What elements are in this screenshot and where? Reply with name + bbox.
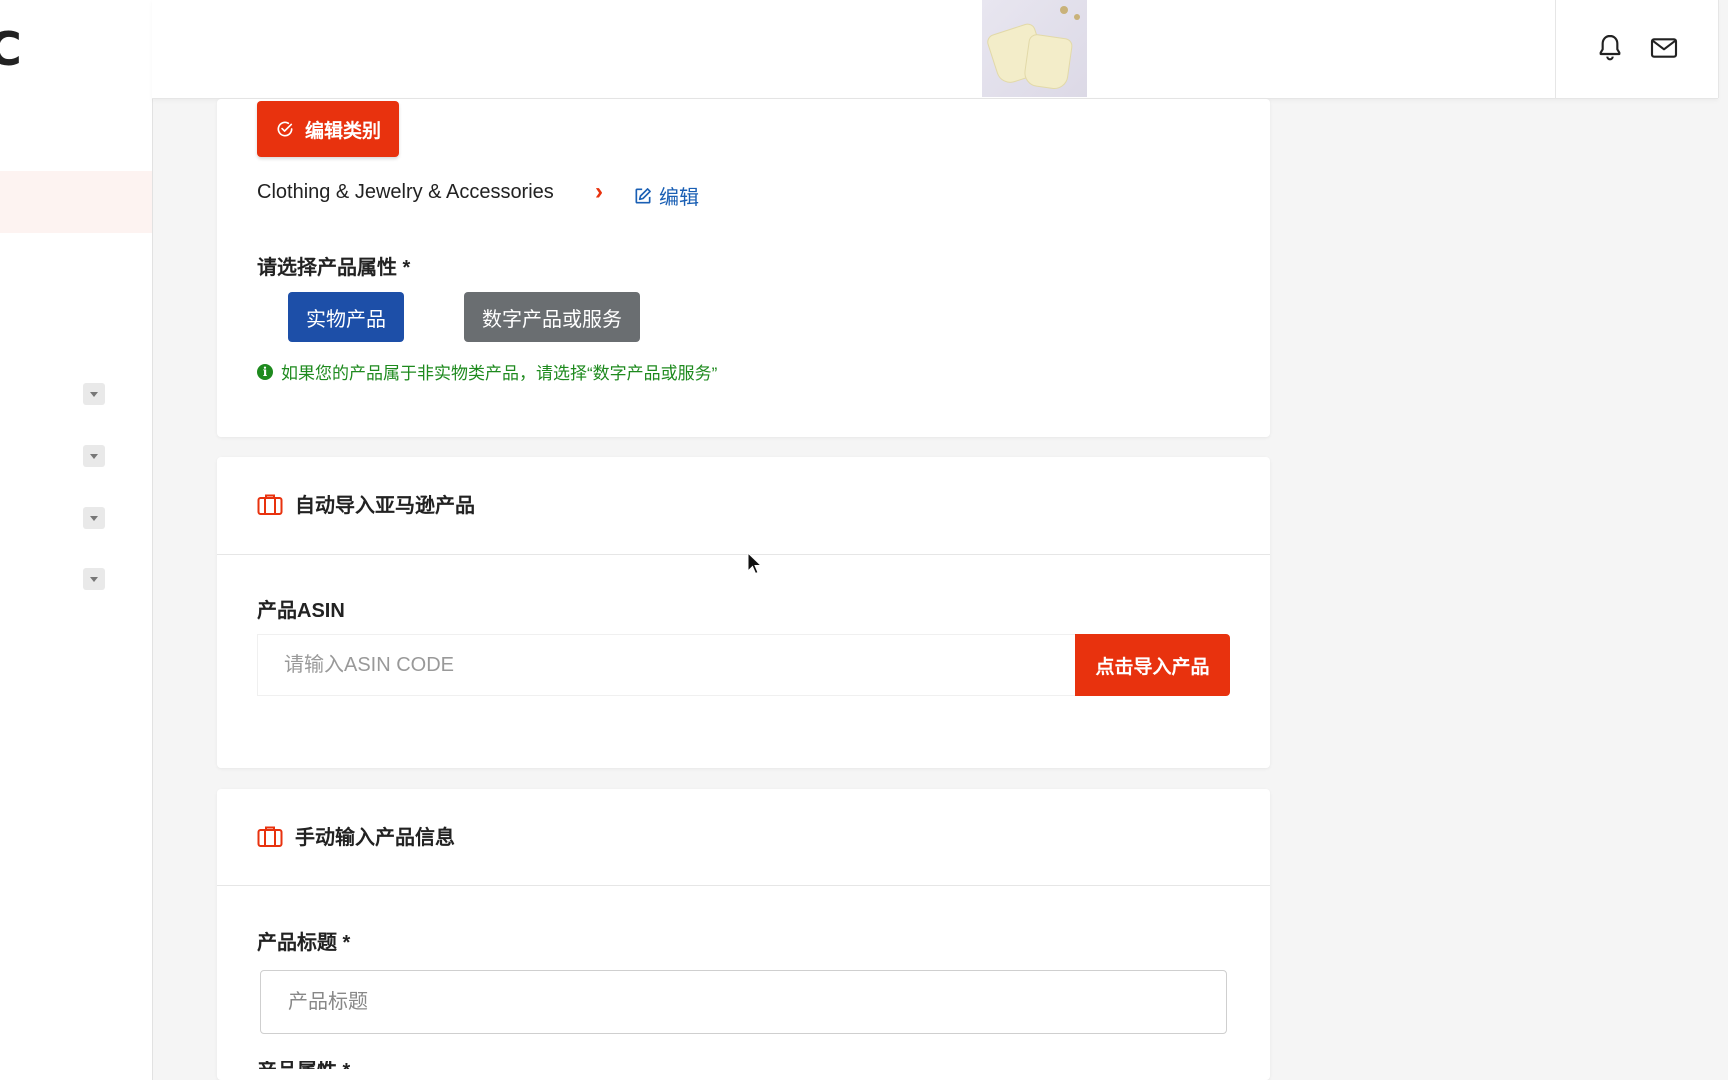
chevron-down-icon[interactable] bbox=[83, 383, 105, 405]
asin-input[interactable] bbox=[257, 634, 1075, 696]
product-thumbnail bbox=[982, 0, 1087, 97]
card-header: 手动输入产品信息 bbox=[217, 789, 1270, 886]
card-title: 自动导入亚马逊产品 bbox=[257, 489, 475, 518]
edit-icon bbox=[635, 187, 651, 203]
sidebar-item-active[interactable] bbox=[0, 171, 152, 233]
chevron-down-icon[interactable] bbox=[83, 507, 105, 529]
manual-card-title: 手动输入产品信息 bbox=[295, 827, 455, 849]
category-card: 编辑类别 Clothing & Jewelry & Accessories › … bbox=[217, 99, 1270, 437]
bell-icon[interactable] bbox=[1594, 32, 1626, 64]
edit-category-label: 编辑类别 bbox=[305, 120, 382, 142]
chevron-down-icon[interactable] bbox=[83, 445, 105, 467]
amazon-import-card: 自动导入亚马逊产品 产品ASIN 点击导入产品 bbox=[217, 457, 1270, 768]
digital-product-button[interactable]: 数字产品或服务 bbox=[464, 292, 640, 342]
briefcase-icon bbox=[257, 826, 283, 847]
chevron-right-icon: › bbox=[595, 178, 603, 205]
header-divider bbox=[1718, 0, 1719, 98]
product-attribute-label: 产品属性 * bbox=[257, 1061, 350, 1069]
chevron-down-icon[interactable] bbox=[83, 568, 105, 590]
logo-text: C bbox=[0, 22, 22, 76]
logo[interactable]: C bbox=[0, 0, 48, 96]
edit-category-link[interactable]: 编辑 bbox=[633, 181, 699, 210]
hint-message: i 如果您的产品属于非实物类产品，请选择“数字产品或服务” bbox=[257, 359, 717, 384]
mail-icon[interactable] bbox=[1648, 32, 1680, 64]
header-divider bbox=[1555, 0, 1556, 98]
edit-category-button[interactable]: 编辑类别 bbox=[257, 101, 400, 157]
check-circle-icon bbox=[277, 121, 293, 137]
edit-link-label: 编辑 bbox=[659, 187, 699, 209]
manual-input-card: 手动输入产品信息 产品标题 * 产品属性 * bbox=[217, 789, 1270, 1080]
import-product-button[interactable]: 点击导入产品 bbox=[1075, 634, 1230, 696]
hint-text: 如果您的产品属于非实物类产品，请选择“数字产品或服务” bbox=[281, 364, 718, 383]
sidebar: C bbox=[0, 0, 153, 1080]
product-title-input[interactable] bbox=[260, 970, 1227, 1034]
attribute-label: 请选择产品属性 * bbox=[257, 257, 411, 279]
top-header bbox=[152, 0, 1719, 99]
cursor-icon bbox=[747, 552, 763, 575]
category-path: Clothing & Jewelry & Accessories bbox=[257, 181, 554, 203]
card-title: 手动输入产品信息 bbox=[257, 821, 455, 850]
physical-product-button[interactable]: 实物产品 bbox=[288, 292, 404, 342]
card-header: 自动导入亚马逊产品 bbox=[217, 457, 1270, 555]
asin-label: 产品ASIN bbox=[257, 600, 345, 622]
amazon-card-title: 自动导入亚马逊产品 bbox=[295, 495, 475, 517]
info-icon: i bbox=[257, 363, 273, 380]
product-title-label: 产品标题 * bbox=[257, 932, 351, 954]
briefcase-icon bbox=[257, 494, 283, 515]
